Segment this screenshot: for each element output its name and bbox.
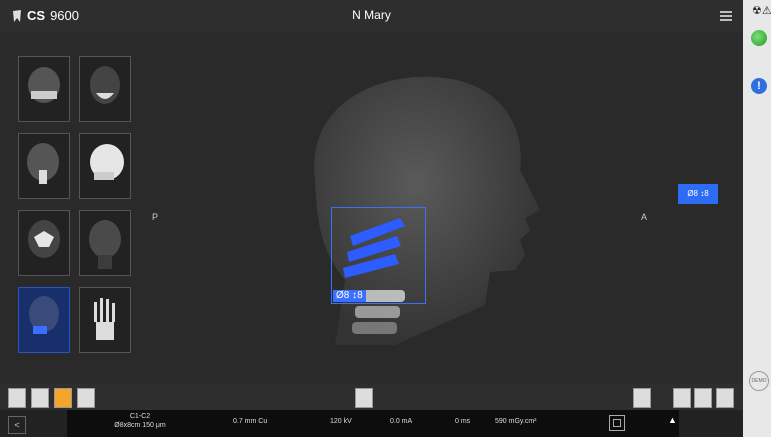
ma-value: 0.0 mA [390,418,413,425]
sinus-frontal-icon [28,220,60,258]
rotation-mode-icon[interactable] [716,388,734,408]
patient-child-icon[interactable] [77,388,95,408]
resolution-mode-icon[interactable] [694,388,712,408]
radiation-warning-icon: ☢⚠ [752,5,771,17]
collimation-icon[interactable] [609,415,625,431]
fov-size-label: Ø8 ↕8 [333,290,366,302]
orientation-posterior: P [152,212,159,222]
cervical-spine-icon [29,296,59,334]
thumb-skull-lateral[interactable] [79,133,131,199]
artifact-reduction-icon[interactable] [633,388,651,408]
info-icon[interactable]: ! [751,78,767,94]
lateral-head-icon [27,143,59,184]
expand-up-icon[interactable]: ▲ [668,415,677,425]
thumb-frontal-teeth[interactable] [79,56,131,122]
fov-size-button[interactable]: Ø8 ↕8 [678,184,718,204]
head-position-icon[interactable] [355,388,373,408]
filter-value: 0.7 mm Cu [233,418,268,425]
patient-name: N Mary [352,8,391,22]
menu-icon[interactable] [720,11,732,23]
fov-detail: Ø8x8cm 150 μm [114,422,166,429]
hand-xray-icon [94,298,115,340]
region-name: C1-C2 [129,413,151,420]
patient-standing-icon[interactable] [8,388,26,408]
ms-value: 0 ms [455,418,471,425]
thumb-hand[interactable] [79,287,131,353]
patient-selected-icon[interactable] [54,388,72,408]
sensor-mode-icon[interactable] [673,388,691,408]
orientation-anterior: A [641,212,648,222]
panoramic-skull-icon [28,67,60,103]
previous-button[interactable]: < [8,416,26,434]
dose-value: 590 mGy.cm² [495,418,537,425]
ready-status-icon[interactable] [751,30,767,46]
demo-badge[interactable]: DEMO [749,371,769,391]
thumb-back-head[interactable] [79,210,131,276]
kv-value: 120 kV [330,418,352,425]
thumb-lateral-head[interactable] [18,133,70,199]
skull-lateral-icon [90,144,124,180]
thumb-sinus-frontal[interactable] [18,210,70,276]
frontal-teeth-icon [90,66,120,104]
thumb-cervical-spine[interactable] [18,287,70,353]
top-bar: CS 9600 N Mary [0,0,743,32]
region-info: C1-C2 Ø8x8cm 150 μm [100,412,180,430]
back-head-icon [89,220,121,269]
patient-seated-icon[interactable] [31,388,49,408]
thumb-panoramic[interactable] [18,56,70,122]
